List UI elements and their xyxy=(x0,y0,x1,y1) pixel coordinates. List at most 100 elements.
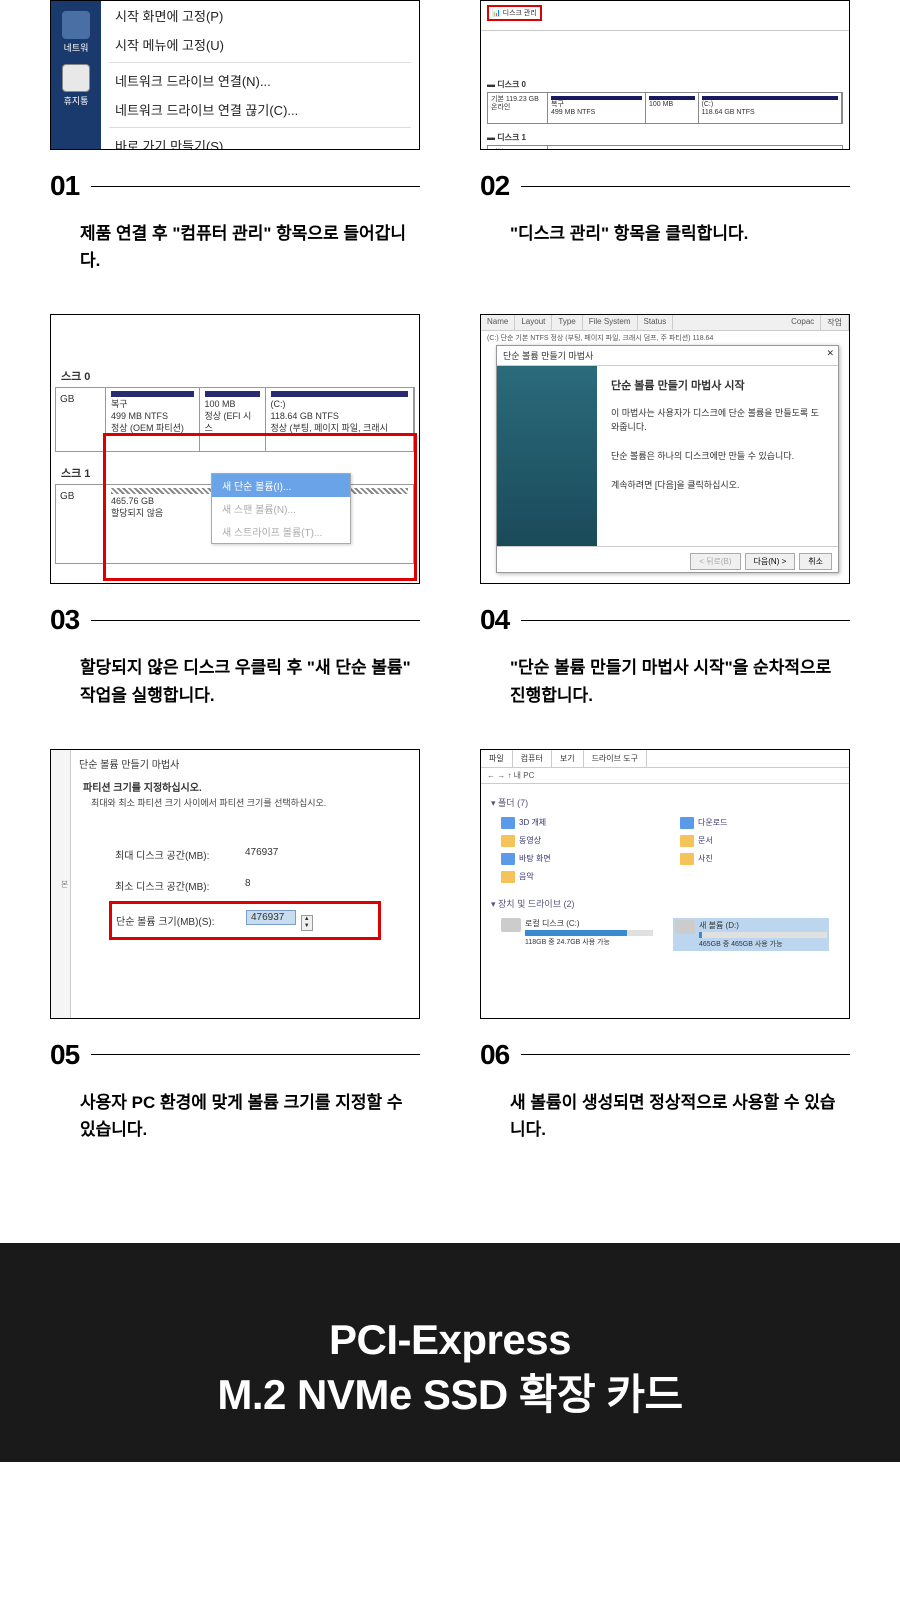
product-banner: PCI-Express M.2 NVMe SSD 확장 카드 xyxy=(0,1243,900,1462)
drive-icon xyxy=(675,920,695,934)
folder-documents[interactable]: 문서 xyxy=(680,835,829,847)
wizard-dialog: 단순 볼륨 만들기 마법사 ✕ 단순 볼륨 만들기 마법사 시작 이 마법사는 … xyxy=(496,345,839,573)
step-03: 스크 0 GB 복구 499 MB NTFS 정상 (OEM 파티션) 100 … xyxy=(50,314,420,708)
divider-line xyxy=(91,1054,420,1055)
disk-mgmt-highlight[interactable]: 📊 디스크 관리 xyxy=(487,5,542,21)
col-status: Status xyxy=(638,315,674,330)
back-button[interactable]: < 뒤로(B) xyxy=(690,553,740,570)
step-number: 03 xyxy=(50,604,79,636)
next-button[interactable]: 다음(N) > xyxy=(745,553,796,570)
folder-icon xyxy=(501,835,515,847)
folder-downloads[interactable]: 다운로드 xyxy=(680,817,829,829)
computer-icon-label: 네트워 xyxy=(51,41,101,54)
step-05: 본 단순 볼륨 만들기 마법사 파티션 크기를 지정하십시오. 최대와 최소 파… xyxy=(50,749,420,1143)
partition-efi: 100 MB xyxy=(646,93,699,123)
step-02: 📊 디스크 관리 ▬ 디스크 0 기본 119.23 GB 온라인 복구 499… xyxy=(480,0,850,274)
drive-c[interactable]: 로컬 디스크 (C:) 118GB 중 24.7GB 사용 가능 xyxy=(501,918,653,951)
screenshot-03: 스크 0 GB 복구 499 MB NTFS 정상 (OEM 파티션) 100 … xyxy=(50,314,420,584)
cancel-button[interactable]: 취소 xyxy=(799,553,832,570)
screenshot-02: 📊 디스크 관리 ▬ 디스크 0 기본 119.23 GB 온라인 복구 499… xyxy=(480,0,850,150)
folder-desktop[interactable]: 바탕 화면 xyxy=(501,853,650,865)
folder-icon xyxy=(501,817,515,829)
folder-videos[interactable]: 동영상 xyxy=(501,835,650,847)
menu-pin-taskbar[interactable]: 시작 메뉴에 고정(U) xyxy=(101,30,419,59)
volume-size-label: 단순 볼륨 크기(MB)(S): xyxy=(116,913,246,928)
max-disk-value: 476937 xyxy=(245,847,278,862)
folder-music[interactable]: 음악 xyxy=(501,871,650,883)
screenshot-04: Name Layout Type File System Status Copa… xyxy=(480,314,850,584)
col-copac: Copac xyxy=(785,315,821,330)
step-04: Name Layout Type File System Status Copa… xyxy=(480,314,850,708)
step-description: "디스크 관리" 항목을 클릭합니다. xyxy=(480,220,850,247)
volume-size-input[interactable]: 476937 xyxy=(246,910,296,925)
partition-c: (C:) 118.64 GB NTFS xyxy=(699,93,843,123)
menu-create-shortcut[interactable]: 바로 가기 만들기(S) xyxy=(101,131,419,150)
close-icon[interactable]: ✕ xyxy=(826,348,834,359)
step-number: 01 xyxy=(50,170,79,202)
folders-section-title: ▾ 폴더 (7) xyxy=(491,792,839,813)
step-number: 02 xyxy=(480,170,509,202)
step-description: 사용자 PC 환경에 맞게 볼륨 크기를 지정할 수 있습니다. xyxy=(50,1089,420,1143)
tab-file[interactable]: 파일 xyxy=(481,750,513,767)
spinner-buttons[interactable]: ▲▼ xyxy=(301,915,313,931)
wizard-subdescription: 최대와 최소 파티션 크기 사이에서 파티션 크기를 선택하십시오. xyxy=(75,794,415,819)
col-name: Name xyxy=(481,315,515,330)
drive-d-new-volume[interactable]: 새 볼륨 (D:) 465GB 중 465GB 사용 가능 xyxy=(673,918,829,951)
drives-section-title: ▾ 장치 및 드라이브 (2) xyxy=(491,893,839,914)
folder-icon xyxy=(680,853,694,865)
wizard-window-title: 단순 볼륨 만들기 마법사 xyxy=(75,754,415,773)
folder-icon xyxy=(680,817,694,829)
disk0-label: ▬ 디스크 0 xyxy=(487,79,843,90)
col-type: Type xyxy=(552,315,582,330)
menu-new-spanned-volume[interactable]: 새 스팬 볼륨(N)... xyxy=(212,497,350,520)
menu-disconnect-drive[interactable]: 네트워크 드라이브 연결 끊기(C)... xyxy=(101,95,419,124)
disk-context-menu: 새 단순 볼륨(I)... 새 스팬 볼륨(N)... 새 스트라이프 볼륨(T… xyxy=(211,473,351,544)
menu-separator xyxy=(109,127,411,128)
min-disk-value: 8 xyxy=(245,878,251,893)
divider-line xyxy=(521,620,850,621)
disk0-header: 기본 119.23 GB 온라인 xyxy=(488,93,548,123)
menu-new-simple-volume[interactable]: 새 단순 볼륨(I)... xyxy=(212,474,350,497)
wizard-sidebar-image xyxy=(497,366,597,546)
wizard-text: 단순 볼륨은 하나의 디스크에만 만들 수 있습니다. xyxy=(611,449,824,463)
tab-drive-tools[interactable]: 드라이브 도구 xyxy=(584,750,647,767)
wizard-heading: 단순 볼륨 만들기 마법사 시작 xyxy=(611,378,824,396)
disk1-label: ▬ 디스크 1 xyxy=(487,132,843,143)
step-description: 새 볼륨이 생성되면 정상적으로 사용할 수 있습니다. xyxy=(480,1089,850,1143)
divider-line xyxy=(91,186,420,187)
screenshot-05: 본 단순 볼륨 만들기 마법사 파티션 크기를 지정하십시오. 최대와 최소 파… xyxy=(50,749,420,1019)
volume-row: (C:) 단순 기본 NTFS 정상 (부팅, 페이지 파일, 크래시 덤프, … xyxy=(481,331,849,345)
menu-pin-start[interactable]: 시작 화면에 고정(P) xyxy=(101,1,419,30)
partition-recovery: 복구 499 MB NTFS xyxy=(548,93,646,123)
disk1-header: GB xyxy=(56,485,106,563)
step-06: 파일 컴퓨터 보기 드라이브 도구 ← → ↑ 내 PC ▾ 폴더 (7) 3D… xyxy=(480,749,850,1143)
wizard-window-title: 단순 볼륨 만들기 마법사 ✕ xyxy=(497,346,838,366)
side-label: 본 xyxy=(51,750,71,1018)
folder-3d-objects[interactable]: 3D 개체 xyxy=(501,817,650,829)
max-disk-label: 최대 디스크 공간(MB): xyxy=(115,847,245,862)
menu-new-striped-volume[interactable]: 새 스트라이프 볼륨(T)... xyxy=(212,520,350,543)
divider-line xyxy=(91,620,420,621)
computer-icon xyxy=(62,11,90,39)
tab-computer[interactable]: 컴퓨터 xyxy=(513,750,552,767)
divider-line xyxy=(521,1054,850,1055)
step-number: 04 xyxy=(480,604,509,636)
step-number: 05 xyxy=(50,1039,79,1071)
disk0-label: 스크 0 xyxy=(55,365,415,387)
address-bar[interactable]: ← → ↑ 내 PC xyxy=(481,768,849,784)
wizard-text: 이 마법사는 사용자가 디스크에 단순 볼륨을 만들도록 도와줍니다. xyxy=(611,406,824,435)
context-menu: 시작 화면에 고정(P) 시작 메뉴에 고정(U) 네트워크 드라이브 연결(N… xyxy=(101,1,419,149)
folder-pictures[interactable]: 사진 xyxy=(680,853,829,865)
min-disk-label: 최소 디스크 공간(MB): xyxy=(115,878,245,893)
menu-map-drive[interactable]: 네트워크 드라이브 연결(N)... xyxy=(101,66,419,95)
wizard-subtitle: 파티션 크기를 지정하십시오. xyxy=(75,773,415,794)
volume-size-row-highlight: 단순 볼륨 크기(MB)(S): 476937 ▲▼ xyxy=(109,901,381,940)
step-description: "단순 볼륨 만들기 마법사 시작"을 순차적으로 진행합니다. xyxy=(480,654,850,708)
step-number: 06 xyxy=(480,1039,509,1071)
wizard-text: 계속하려면 [다음]을 클릭하십시오. xyxy=(611,478,824,492)
col-action: 작업 xyxy=(821,315,849,330)
recycle-bin-icon xyxy=(62,64,90,92)
disk0-header: GB xyxy=(56,388,106,451)
step-description: 할당되지 않은 디스크 우클릭 후 "새 단순 볼륨" 작업을 실행합니다. xyxy=(50,654,420,708)
tab-view[interactable]: 보기 xyxy=(552,750,584,767)
